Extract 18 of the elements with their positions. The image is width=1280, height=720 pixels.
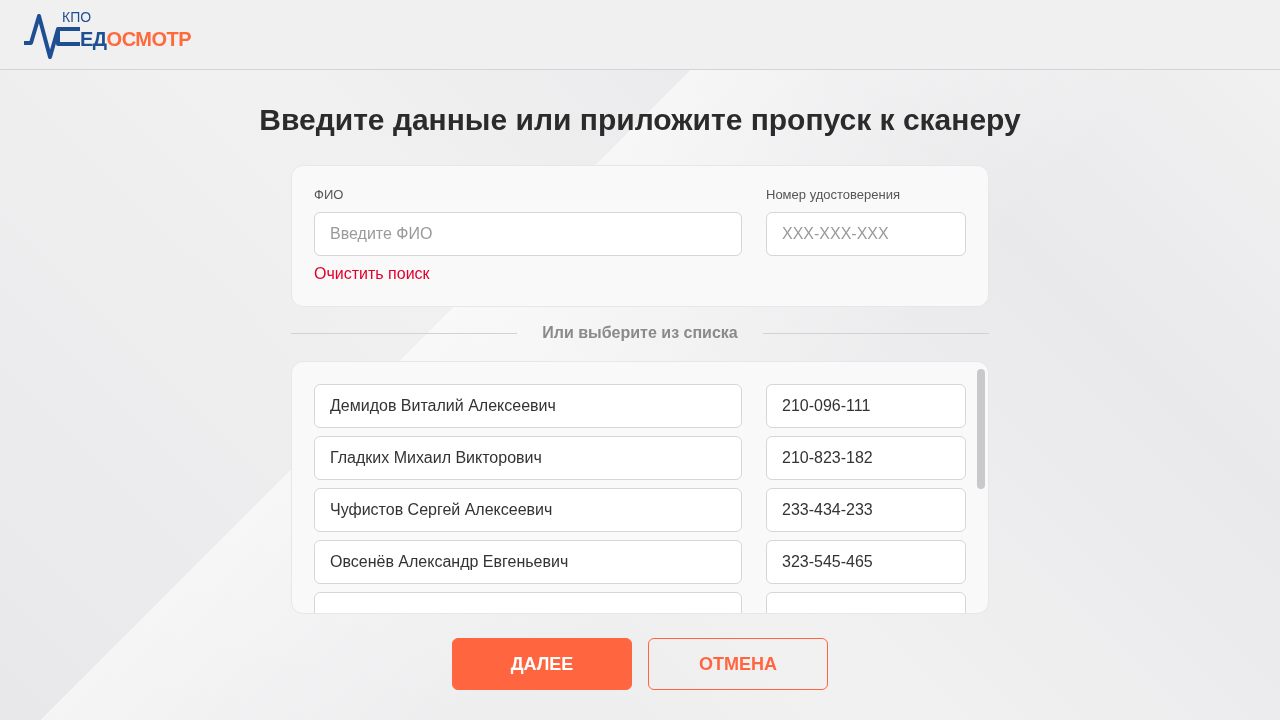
person-name-item[interactable]: Овсенёв Александр Евгеньевич [314,540,742,584]
divider-text: Или выберите из списка [541,323,739,343]
person-name-item[interactable]: Чуфистов Сергей Алексеевич [314,488,742,532]
logo-caption: КПО [62,10,92,26]
page-title: Введите данные или приложите пропуск к сканеру [258,102,1022,138]
logo-text: ЕДОСМОТР [80,27,192,52]
name-input[interactable]: Введите ФИО [314,212,742,256]
certificate-number-input[interactable]: XXX-XXX-XXX [766,212,966,256]
clear-search-link[interactable]: Очистить поиск [314,263,430,285]
field-label: ФИО [314,186,344,204]
scrollbar[interactable] [977,369,985,489]
person-name-item[interactable]: Демидов Виталий Алексеевич [314,384,742,428]
certificate-number-item[interactable]: 233-434-233 [766,488,966,532]
certificate-number-item[interactable]: 210-096-111 [766,384,966,428]
field-label: Номер удостоверения [766,186,900,204]
certificate-number-item[interactable]: 210-823-182 [766,436,966,480]
certificate-number-item[interactable]: 323-545-465 [766,540,966,584]
person-name-item[interactable]: Гладких Михаил Викторович [314,436,742,480]
